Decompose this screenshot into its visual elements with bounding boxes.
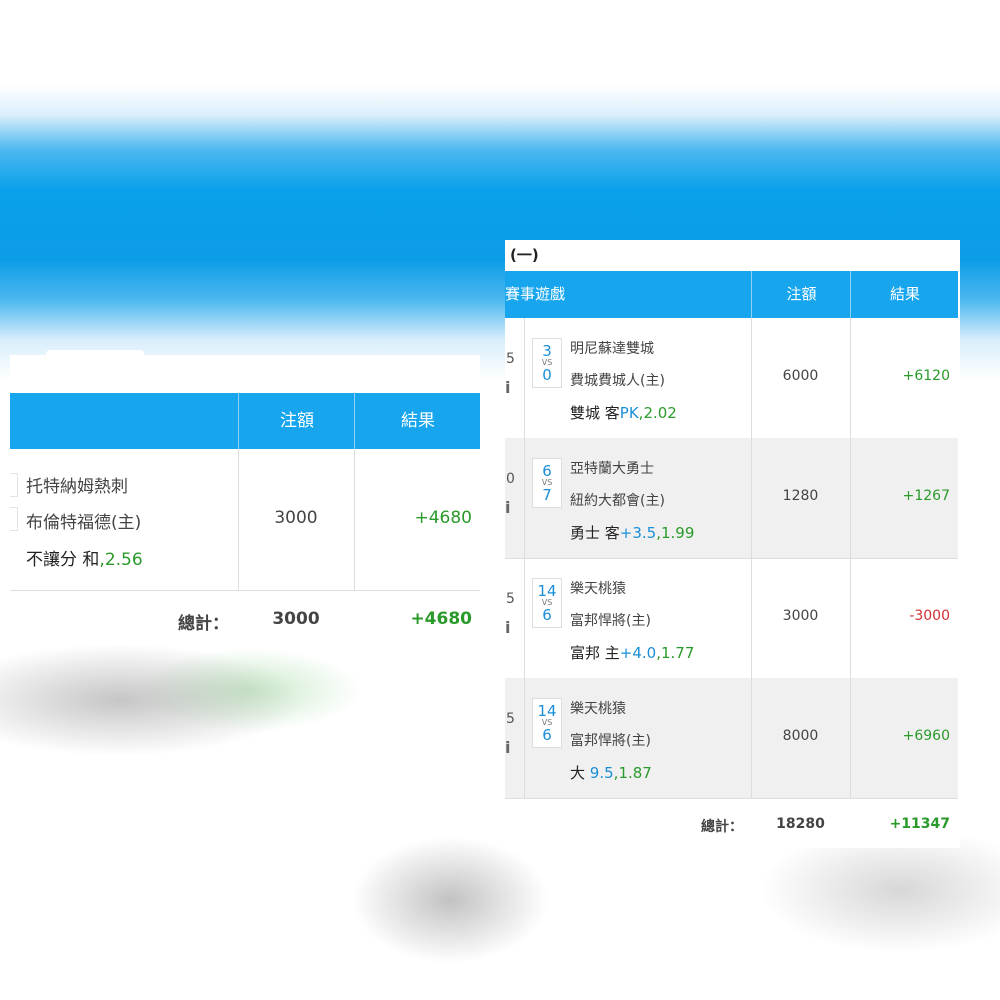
row-edge-number: 5 bbox=[506, 351, 515, 367]
score-away: 6 bbox=[542, 726, 552, 744]
bet-label: 不讓分 和 bbox=[26, 550, 100, 570]
away-team: 亞特蘭大勇士 bbox=[570, 461, 654, 477]
away-team: 樂天桃猿 bbox=[570, 701, 626, 717]
header-result: 結果 bbox=[354, 393, 480, 449]
total-result: +11347 bbox=[889, 816, 950, 832]
header-game: 賽事遊戲 bbox=[505, 285, 566, 303]
bet-team: 大 bbox=[570, 764, 586, 782]
bet-odds: 2.02 bbox=[643, 404, 677, 422]
bet-odds: 1.99 bbox=[661, 524, 695, 542]
total-amount: 3000 bbox=[272, 609, 320, 629]
info-icon[interactable]: i bbox=[505, 498, 510, 517]
home-team: 紐約大都會(主) bbox=[570, 493, 665, 509]
score-box: 3 VS 0 bbox=[532, 338, 562, 388]
bet-team: 雙城 客 bbox=[570, 404, 620, 422]
bet-amount: 8000 bbox=[782, 728, 819, 744]
bet-result: +1267 bbox=[902, 488, 950, 504]
total-label: 總計： bbox=[701, 819, 743, 835]
bet-line: 雙城 客PK,2.02 bbox=[570, 402, 677, 423]
bet-handicap: +3.5 bbox=[619, 524, 657, 542]
right-bet-record-card: (一) 賽事遊戲 注額 結果 5 i 3 VS 0 明尼蘇達雙城 費城費城人(主… bbox=[505, 240, 960, 848]
bet-handicap: 9.5 bbox=[589, 764, 614, 782]
bet-result: -3000 bbox=[909, 608, 950, 624]
bet-result: +6120 bbox=[902, 368, 950, 384]
table-row[interactable]: 5 i 3 VS 0 明尼蘇達雙城 費城費城人(主) 雙城 客PK,2.02 6… bbox=[505, 318, 958, 439]
total-result: +4680 bbox=[410, 609, 472, 629]
home-team: 富邦悍將(主) bbox=[570, 613, 651, 629]
left-bet-record-card: 注額 結果 托特納姆熱刺 布倫特福德(主) 不讓分 和,2.56 3000 +4… bbox=[10, 355, 480, 645]
bet-amount: 6000 bbox=[782, 368, 819, 384]
home-team: 費城費城人(主) bbox=[570, 373, 665, 389]
table-row[interactable]: 托特納姆熱刺 布倫特福德(主) 不讓分 和,2.56 3000 +4680 bbox=[10, 449, 480, 591]
row-edge-number: 5 bbox=[506, 711, 515, 727]
bet-line: 勇士 客+3.5,1.99 bbox=[570, 522, 694, 543]
score-box-edge bbox=[10, 507, 18, 531]
score-away: 7 bbox=[542, 486, 552, 504]
away-team: 明尼蘇達雙城 bbox=[570, 341, 654, 357]
bet-odds: 1.87 bbox=[618, 764, 652, 782]
bet-team: 勇士 客 bbox=[570, 524, 620, 542]
card-title: (一) bbox=[510, 246, 539, 264]
table-row[interactable]: 5 i 14 VS 6 樂天桃猿 富邦悍將(主) 富邦 主+4.0,1.77 3… bbox=[505, 558, 958, 679]
score-box: 6 VS 7 bbox=[532, 458, 562, 508]
header-amount: 注額 bbox=[751, 271, 851, 318]
info-icon[interactable]: i bbox=[505, 618, 510, 637]
total-label: 總計： bbox=[178, 614, 229, 634]
home-team: 布倫特福德(主) bbox=[26, 513, 142, 533]
table-row[interactable]: 0 i 6 VS 7 亞特蘭大勇士 紐約大都會(主) 勇士 客+3.5,1.99… bbox=[505, 438, 958, 559]
header-amount: 注額 bbox=[238, 393, 355, 449]
total-row: 總計： 3000 +4680 bbox=[10, 590, 480, 645]
bet-line: 富邦 主+4.0,1.77 bbox=[570, 642, 694, 663]
score-away: 0 bbox=[542, 366, 552, 384]
bet-result: +6960 bbox=[902, 728, 950, 744]
info-icon[interactable]: i bbox=[505, 378, 510, 397]
column-divider bbox=[524, 678, 525, 798]
bet-odds: 2.56 bbox=[104, 550, 143, 570]
left-table-header: 注額 結果 bbox=[10, 393, 480, 449]
right-table-header: 賽事遊戲 注額 結果 bbox=[505, 271, 958, 318]
bet-amount: 3000 bbox=[782, 608, 819, 624]
score-away: 6 bbox=[542, 606, 552, 624]
bet-result: +4680 bbox=[414, 508, 472, 528]
total-row: 總計： 18280 +11347 bbox=[505, 800, 958, 848]
score-box-edge bbox=[10, 473, 18, 497]
bet-odds: 1.77 bbox=[661, 644, 695, 662]
column-divider bbox=[524, 558, 525, 678]
header-result: 結果 bbox=[850, 271, 959, 318]
total-amount: 18280 bbox=[776, 816, 825, 832]
bet-amount: 1280 bbox=[782, 488, 819, 504]
bet-handicap: +4.0 bbox=[619, 644, 657, 662]
away-team: 托特納姆熱刺 bbox=[26, 477, 128, 497]
score-box: 14 VS 6 bbox=[532, 578, 562, 628]
column-divider bbox=[524, 438, 525, 558]
row-edge-number: 5 bbox=[506, 591, 515, 607]
bet-amount: 3000 bbox=[274, 508, 318, 528]
bet-team: 富邦 主 bbox=[570, 644, 620, 662]
row-edge-number: 0 bbox=[506, 471, 515, 487]
info-icon[interactable]: i bbox=[505, 738, 510, 757]
score-box: 14 VS 6 bbox=[532, 698, 562, 748]
bet-line: 不讓分 和,2.56 bbox=[26, 545, 143, 570]
home-team: 富邦悍將(主) bbox=[570, 733, 651, 749]
column-divider bbox=[524, 318, 525, 438]
table-row[interactable]: 5 i 14 VS 6 樂天桃猿 富邦悍將(主) 大 9.5,1.87 8000… bbox=[505, 678, 958, 799]
bet-line: 大 9.5,1.87 bbox=[570, 762, 652, 783]
away-team: 樂天桃猿 bbox=[570, 581, 626, 597]
bet-handicap: PK bbox=[619, 404, 639, 422]
